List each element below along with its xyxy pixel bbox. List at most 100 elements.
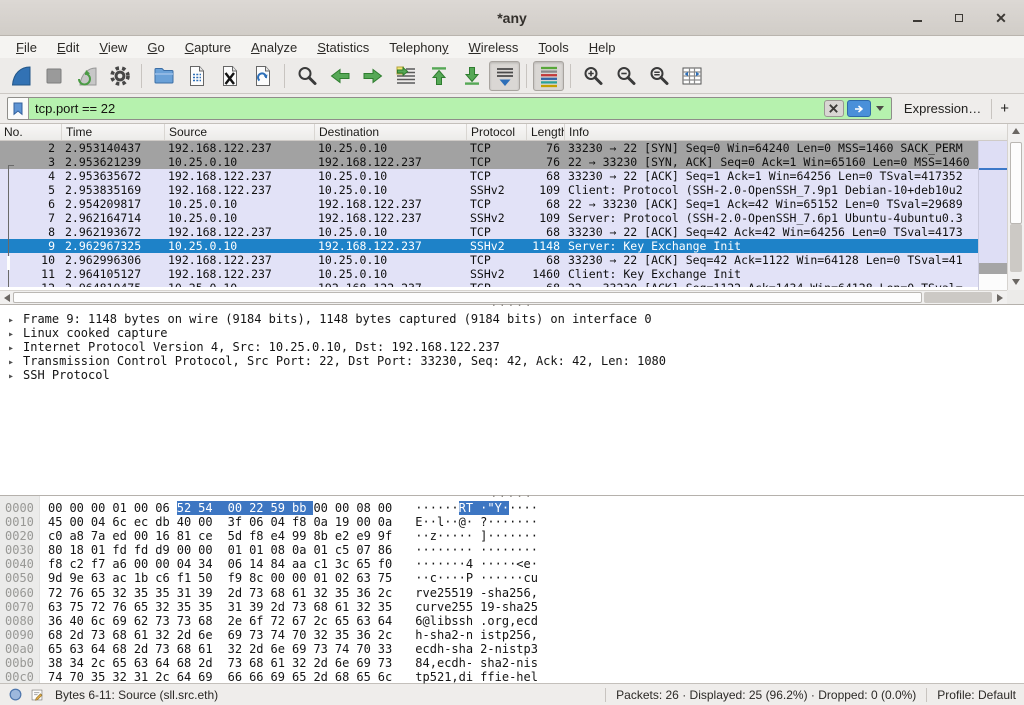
intelligent-scrollbar-minimap[interactable]	[978, 141, 1007, 291]
restart-capture-button[interactable]	[71, 61, 102, 91]
stop-capture-button[interactable]	[38, 61, 69, 91]
hex-row-0060[interactable]: 006072766532353531392d7368613235362crve2…	[0, 586, 1024, 600]
profile-indicator[interactable]: Profile: Default	[937, 688, 1016, 702]
packet-row-2[interactable]: 22.953140437192.168.122.23710.25.0.10TCP…	[0, 141, 978, 155]
go-back-button[interactable]	[324, 61, 355, 91]
close-file-button[interactable]	[214, 61, 245, 91]
hex-row-0010[interactable]: 00104500046cecdb40003f0604f80a19000aE··l…	[0, 515, 1024, 529]
packet-row-4[interactable]: 42.953635672192.168.122.23710.25.0.10TCP…	[0, 169, 978, 183]
column-header-length[interactable]: Length	[527, 124, 565, 140]
packet-list-vertical-scrollbar[interactable]	[1007, 124, 1024, 291]
detail-row-4[interactable]: ▸SSH Protocol	[0, 368, 1024, 382]
filter-add-button[interactable]: +	[991, 99, 1017, 119]
colorize-packets-button[interactable]	[533, 61, 564, 91]
filter-bookmark-button[interactable]	[8, 98, 29, 119]
menu-go[interactable]: Go	[137, 38, 174, 57]
hex-row-0050[interactable]: 00509d9e63ac1bc6f150f98c000001026375··c·…	[0, 571, 1024, 585]
cell-dst: 192.168.122.237	[315, 211, 467, 225]
hex-row-00c0[interactable]: 00c074703532312c6469666669652d68656ctp52…	[0, 670, 1024, 684]
menu-capture[interactable]: Capture	[175, 38, 241, 57]
hex-row-00a0[interactable]: 00a0656364682d736861322d6e6973747033ecdh…	[0, 642, 1024, 656]
column-header-no[interactable]: No.	[0, 124, 62, 140]
packet-row-8[interactable]: 82.962193672192.168.122.23710.25.0.10TCP…	[0, 225, 978, 239]
packet-row-10[interactable]: 102.962996306192.168.122.23710.25.0.10TC…	[0, 253, 978, 267]
menu-wireless[interactable]: Wireless	[459, 38, 529, 57]
column-header-info[interactable]: Info	[565, 124, 1007, 140]
packet-list-header[interactable]: No. Time Source Destination Protocol Len…	[0, 124, 1007, 141]
detail-row-0[interactable]: ▸Frame 9: 1148 bytes on wire (9184 bits)…	[0, 312, 1024, 326]
scroll-right-arrow-icon[interactable]	[997, 294, 1003, 302]
packet-row-3[interactable]: 32.95362123910.25.0.10192.168.122.237TCP…	[0, 155, 978, 169]
hex-row-00b0[interactable]: 00b038342c656364682d736861322d6e697384,e…	[0, 656, 1024, 670]
packet-row-7[interactable]: 72.96216471410.25.0.10192.168.122.237SSH…	[0, 211, 978, 225]
go-to-packet-button[interactable]	[390, 61, 421, 91]
menu-bar: FileEditViewGoCaptureAnalyzeStatisticsTe…	[0, 36, 1024, 58]
auto-scroll-button[interactable]	[489, 61, 520, 91]
scroll-up-arrow-icon[interactable]	[1012, 128, 1020, 134]
pane-splitter-handle[interactable]: ·····	[490, 494, 533, 500]
column-header-protocol[interactable]: Protocol	[467, 124, 527, 140]
resize-columns-button[interactable]	[676, 61, 707, 91]
filter-apply-button[interactable]	[847, 100, 871, 117]
start-capture-button[interactable]	[5, 61, 36, 91]
hex-row-0000[interactable]: 00000000000100065254002259bb00000800····…	[0, 501, 1024, 515]
hex-row-0040[interactable]: 0040f8c2f7a600000434061484aac13c65f0····…	[0, 557, 1024, 571]
display-filter-input[interactable]: tcp.port == 22	[7, 97, 892, 120]
packet-row-5[interactable]: 52.953835169192.168.122.23710.25.0.10SSH…	[0, 183, 978, 197]
go-last-packet-button[interactable]	[456, 61, 487, 91]
zoom-out-button[interactable]	[610, 61, 641, 91]
scroll-down-arrow-icon[interactable]	[1012, 279, 1020, 285]
hex-row-0030[interactable]: 0030801801fdfdd900000101080a01c50786····…	[0, 543, 1024, 557]
vertical-scrollbar-thumb[interactable]	[1010, 142, 1022, 224]
hex-row-0070[interactable]: 0070637572766532353531392d7368613235curv…	[0, 600, 1024, 614]
menu-statistics[interactable]: Statistics	[307, 38, 379, 57]
apply-arrow-icon	[852, 103, 866, 115]
cell-no: 2	[0, 141, 62, 155]
pane-splitter-handle[interactable]: ·····	[490, 303, 533, 309]
expression-button[interactable]: Expression…	[892, 101, 991, 116]
expand-triangle-icon[interactable]: ▸	[8, 370, 23, 384]
column-header-source[interactable]: Source	[165, 124, 315, 140]
capture-options-button[interactable]	[104, 61, 135, 91]
hex-ascii: rve25519-sha256,	[415, 586, 538, 600]
menu-analyze[interactable]: Analyze	[241, 38, 307, 57]
zoom-reset-button[interactable]	[643, 61, 674, 91]
menu-view[interactable]: View	[89, 38, 137, 57]
find-packet-button[interactable]	[291, 61, 322, 91]
menu-tools[interactable]: Tools	[528, 38, 578, 57]
minimize-button[interactable]	[908, 9, 926, 27]
hex-bytes: 72766532353531392d7368613235362c	[48, 586, 399, 600]
scroll-left-arrow-icon[interactable]	[4, 294, 10, 302]
cell-info: Server: Key Exchange Init	[565, 239, 978, 253]
open-file-button[interactable]	[148, 61, 179, 91]
hex-row-0020[interactable]: 0020c0a87aed001681ce5df8e4998be2e99f··z·…	[0, 529, 1024, 543]
packet-row-12[interactable]: 122.96481047510.25.0.10192.168.122.237TC…	[0, 281, 978, 287]
go-first-packet-button[interactable]	[423, 61, 454, 91]
packet-row-11[interactable]: 112.964105127192.168.122.23710.25.0.10SS…	[0, 267, 978, 281]
zoom-in-button[interactable]	[577, 61, 608, 91]
column-header-destination[interactable]: Destination	[315, 124, 467, 140]
detail-row-1[interactable]: ▸Linux cooked capture	[0, 326, 1024, 340]
packet-row-6[interactable]: 62.95420981710.25.0.10192.168.122.237TCP…	[0, 197, 978, 211]
hex-row-0080[interactable]: 008036406c69627373682e6f72672c6563646@li…	[0, 614, 1024, 628]
reload-file-button[interactable]	[247, 61, 278, 91]
menu-help[interactable]: Help	[579, 38, 626, 57]
menu-file[interactable]: File	[6, 38, 47, 57]
detail-row-2[interactable]: ▸Internet Protocol Version 4, Src: 10.25…	[0, 340, 1024, 354]
packet-row-9[interactable]: 92.96296732510.25.0.10192.168.122.237SSH…	[0, 239, 978, 253]
detail-row-3[interactable]: ▸Transmission Control Protocol, Src Port…	[0, 354, 1024, 368]
column-header-time[interactable]: Time	[62, 124, 165, 140]
hex-offset: 0070	[0, 600, 40, 614]
save-file-button[interactable]	[181, 61, 212, 91]
maximize-button[interactable]	[950, 9, 968, 27]
filter-clear-button[interactable]	[824, 100, 844, 117]
go-forward-button[interactable]	[357, 61, 388, 91]
hex-row-0090[interactable]: 0090682d736861322d6e697374703235362ch-sh…	[0, 628, 1024, 642]
menu-edit[interactable]: Edit	[47, 38, 89, 57]
capture-comment-button[interactable]	[30, 688, 44, 702]
horizontal-scrollbar-thumb[interactable]	[13, 292, 922, 303]
filter-history-dropdown[interactable]	[873, 100, 888, 117]
menu-telephony[interactable]: Telephony	[379, 38, 458, 57]
close-button[interactable]: ✕	[992, 9, 1010, 27]
expert-info-button[interactable]	[8, 687, 23, 702]
